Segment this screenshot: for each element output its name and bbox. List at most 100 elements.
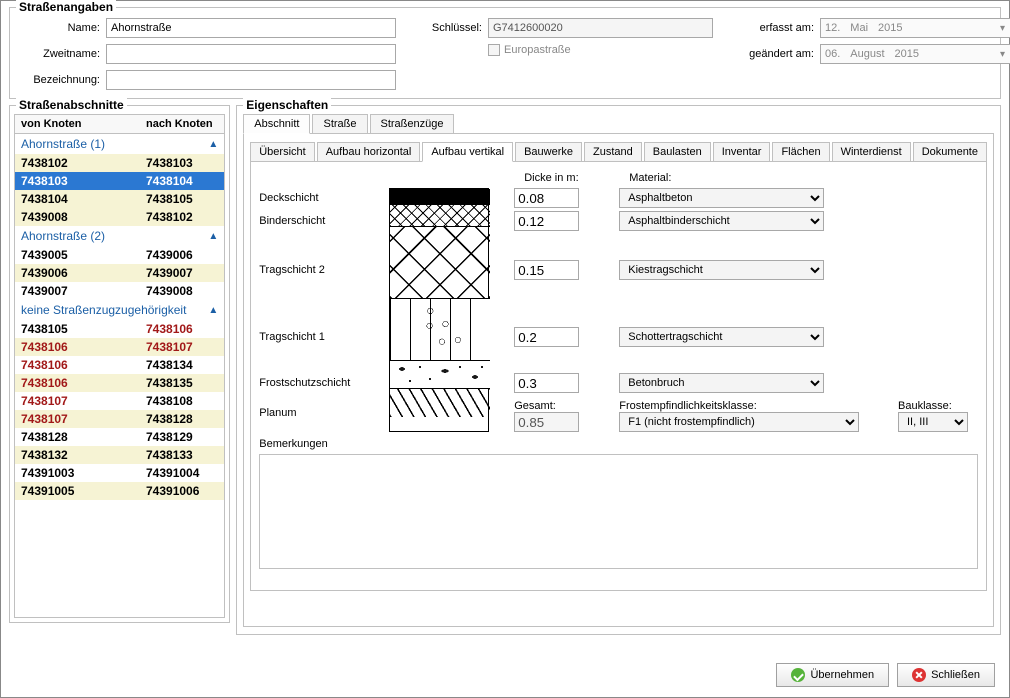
subtab-übersicht[interactable]: Übersicht (250, 142, 314, 162)
list-group-header[interactable]: Ahornstraße (2)▲ (15, 226, 224, 246)
list-item[interactable]: 74381077438128 (15, 410, 224, 428)
bauklasse-select[interactable]: II, III (898, 412, 968, 432)
diagram-deckschicht (390, 189, 490, 205)
tab-straße[interactable]: Straße (312, 114, 367, 134)
list-item[interactable]: 74390057439006 (15, 246, 224, 264)
list-item[interactable]: 74381027438103 (15, 154, 224, 172)
material-binderschicht-select[interactable]: Asphaltbinderschicht (619, 211, 824, 231)
bemerkungen-textarea[interactable] (259, 454, 978, 569)
bezeichnung-label: Bezeichnung: (18, 74, 106, 86)
layer-diagram (389, 188, 489, 432)
geaendert-label: geändert am: (748, 48, 820, 60)
material-header: Material: (629, 172, 849, 184)
schliessen-button[interactable]: Schließen (897, 663, 995, 687)
dicke-header: Dicke in m: (524, 172, 604, 184)
diagram-tragschicht2 (390, 227, 490, 299)
subtab-inventar[interactable]: Inventar (713, 142, 771, 162)
list-item[interactable]: 74381077438108 (15, 392, 224, 410)
geaendert-date[interactable]: 06.August2015 ▾ (820, 44, 1010, 64)
list-item[interactable]: 74381287438129 (15, 428, 224, 446)
main-group-title: Eigenschaften (243, 98, 331, 112)
erfasst-date[interactable]: 12.Mai2015 ▾ (820, 18, 1010, 38)
top-group-title: Straßenangaben (16, 0, 116, 14)
zweitname-label: Zweitname: (18, 48, 106, 60)
schluessel-label: Schlüssel: (428, 22, 488, 34)
schluessel-input (488, 18, 713, 38)
zweitname-input[interactable] (106, 44, 396, 64)
material-deckschicht-select[interactable]: Asphaltbeton (619, 188, 824, 208)
strassenabschnitte-group: Straßenabschnitte von Knoten nach Knoten… (9, 105, 230, 623)
bezeichnung-input[interactable] (106, 70, 396, 90)
subtab-zustand[interactable]: Zustand (584, 142, 642, 162)
dropdown-icon: ▾ (1000, 49, 1005, 60)
list-item[interactable]: 7439100374391004 (15, 464, 224, 482)
uebernehmen-button[interactable]: Übernehmen (776, 663, 889, 687)
subtab-flächen[interactable]: Flächen (772, 142, 829, 162)
dicke-tragschicht1-input[interactable] (514, 327, 579, 347)
layer-tragschicht1-label: Tragschicht 1 (259, 306, 389, 368)
dicke-binderschicht-input[interactable] (514, 211, 579, 231)
dicke-frostschutz-input[interactable] (514, 373, 579, 393)
subtab-dokumente[interactable]: Dokumente (913, 142, 987, 162)
tab-straßenzüge[interactable]: Straßenzüge (370, 114, 455, 134)
dicke-tragschicht2-input[interactable] (514, 260, 579, 280)
frost-select[interactable]: F1 (nicht frostempfindlich) (619, 412, 859, 432)
list-group-header[interactable]: Ahornstraße (1)▲ (15, 134, 224, 154)
layer-tragschicht2-label: Tragschicht 2 (259, 234, 389, 306)
material-tragschicht1-select[interactable]: Schottertragschicht (619, 327, 824, 347)
list-item[interactable]: 74390077439008 (15, 282, 224, 300)
erfasst-label: erfasst am: (748, 22, 820, 34)
subtab-baulasten[interactable]: Baulasten (644, 142, 711, 162)
col-nach-knoten[interactable]: nach Knoten (146, 118, 218, 130)
name-input[interactable] (106, 18, 396, 38)
list-group-header[interactable]: keine Straßenzugzugehörigkeit▲ (15, 300, 224, 320)
layer-binderschicht-label: Binderschicht (259, 208, 389, 234)
europastrasse-checkbox: Europastraße (488, 44, 571, 56)
layer-deckschicht-label: Deckschicht (259, 188, 389, 208)
diagram-planum (390, 389, 490, 417)
list-item[interactable]: 7439100574391006 (15, 482, 224, 500)
name-label: Name: (18, 22, 106, 34)
material-tragschicht2-select[interactable]: Kiestragschicht (619, 260, 824, 280)
diagram-frostschutz (390, 361, 490, 389)
chevron-up-icon: ▲ (208, 139, 218, 150)
bemerkungen-label: Bemerkungen (259, 438, 978, 450)
bauklasse-label: Bauklasse: (898, 400, 952, 412)
diagram-tragschicht1 (390, 299, 490, 361)
close-icon (912, 668, 926, 682)
eigenschaften-group: Eigenschaften AbschnittStraßeStraßenzüge… (236, 105, 1001, 635)
material-frostschutz-select[interactable]: Betonbruch (619, 373, 824, 393)
ok-icon (791, 668, 805, 682)
checkbox-icon (488, 44, 500, 56)
subtab-bauwerke[interactable]: Bauwerke (515, 142, 582, 162)
dropdown-icon: ▾ (1000, 23, 1005, 34)
aufbau-vertikal-panel: Dicke in m: Material: Deckschicht Binder… (250, 161, 987, 591)
layer-frostschutz-label: Frostschutzschicht (259, 368, 389, 398)
chevron-up-icon: ▲ (208, 305, 218, 316)
list-item[interactable]: 74381327438133 (15, 446, 224, 464)
tab-abschnitt[interactable]: Abschnitt (243, 114, 310, 134)
list-item[interactable]: 74381067438107 (15, 338, 224, 356)
gesamt-input (514, 412, 579, 432)
subtab-aufbau-horizontal[interactable]: Aufbau horizontal (317, 142, 421, 162)
list-item[interactable]: 74381037438104 (15, 172, 224, 190)
subtab-winterdienst[interactable]: Winterdienst (832, 142, 911, 162)
dicke-deckschicht-input[interactable] (514, 188, 579, 208)
strassen-angaben-group: Straßenangaben Name: Zweitname: Bezeichn… (9, 7, 1001, 99)
sidebar-group-title: Straßenabschnitte (16, 98, 127, 112)
list-item[interactable]: 74381047438105 (15, 190, 224, 208)
chevron-up-icon: ▲ (208, 231, 218, 242)
subtab-aufbau-vertikal[interactable]: Aufbau vertikal (422, 142, 513, 162)
europastrasse-label: Europastraße (504, 44, 571, 56)
layer-planum-label: Planum (259, 398, 389, 428)
list-item[interactable]: 74381067438135 (15, 374, 224, 392)
gesamt-label: Gesamt: (514, 400, 556, 412)
frost-label: Frostempfindlichkeitsklasse: (619, 400, 757, 412)
col-von-knoten[interactable]: von Knoten (21, 118, 146, 130)
list-item[interactable]: 74390087438102 (15, 208, 224, 226)
diagram-binderschicht (390, 205, 490, 227)
abschnitt-list: von Knoten nach Knoten Ahornstraße (1)▲7… (14, 114, 225, 618)
list-item[interactable]: 74390067439007 (15, 264, 224, 282)
list-item[interactable]: 74381057438106 (15, 320, 224, 338)
list-item[interactable]: 74381067438134 (15, 356, 224, 374)
